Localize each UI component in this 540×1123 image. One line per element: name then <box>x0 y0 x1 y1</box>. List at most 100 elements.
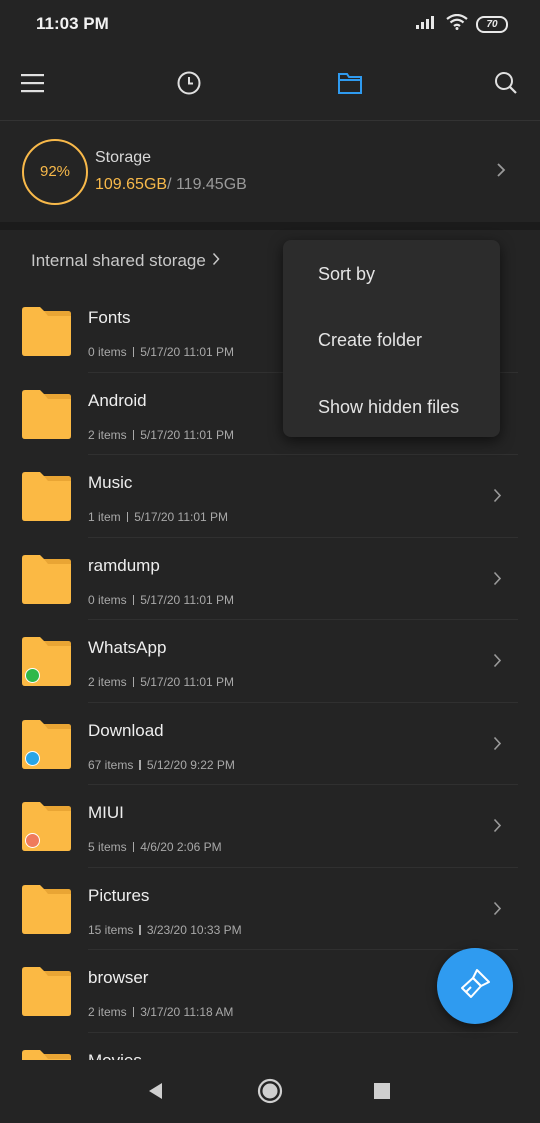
folder-item-count: 15 items <box>88 922 134 937</box>
folder-meta: 67 items 5/12/20 9:22 PM <box>88 758 235 772</box>
clock-icon[interactable] <box>162 56 216 110</box>
download-icon <box>25 750 40 766</box>
meta-divider <box>139 924 141 935</box>
storage-percent: 92% <box>39 163 71 180</box>
folder-name: Movies <box>88 1050 142 1061</box>
folder-name: ramdump <box>88 555 160 575</box>
recents-square-icon[interactable] <box>367 1076 397 1106</box>
status-bar: 11:03 PM 70 <box>0 0 540 48</box>
folder-thumbnail-icon <box>22 967 71 1016</box>
back-triangle-icon[interactable] <box>141 1076 171 1106</box>
storage-total: / 119.45GB <box>167 176 247 193</box>
folder-thumbnail-icon <box>22 719 71 769</box>
folder-item-count: 1 item <box>88 510 121 524</box>
meta-divider <box>132 842 135 852</box>
folder-thumbnail-icon <box>22 802 71 851</box>
breadcrumb[interactable]: Internal shared storage <box>31 251 220 271</box>
folder-name: browser <box>88 968 149 987</box>
system-nav-bar <box>0 1060 540 1123</box>
folder-name: Pictures <box>88 885 150 905</box>
folder-item-count: 67 items <box>88 757 134 772</box>
folder-row-pictures[interactable]: Pictures 15 items 3/23/20 10:33 PM <box>0 868 540 950</box>
folder-meta: 0 items 5/17/20 11:01 PM <box>88 593 234 607</box>
folder-name: Android <box>88 390 147 410</box>
meta-divider <box>126 512 129 522</box>
signal-icon <box>416 15 438 34</box>
chevron-right-icon <box>496 162 506 183</box>
folder-thumbnail-icon <box>22 1049 71 1060</box>
folder-row-ramdump[interactable]: ramdump 0 items 5/17/20 11:01 PM <box>0 538 540 620</box>
folder-thumbnail-icon <box>22 307 71 356</box>
chevron-right-icon <box>493 736 502 756</box>
overflow-menu: Sort by Create folder Show hidden files <box>283 240 500 437</box>
meta-divider <box>139 759 141 770</box>
folder-modified-date: 3/23/20 10:33 PM <box>146 922 242 937</box>
folder-row-download[interactable]: Download 67 items 5/12/20 9:22 PM <box>0 703 540 785</box>
folder-row-music[interactable]: Music 1 item 5/17/20 11:01 PM <box>0 455 540 538</box>
storage-usage: 109.65GB/ 119.45GB <box>95 176 247 194</box>
top-toolbar <box>0 56 540 110</box>
menu-item-create-folder[interactable]: Create folder <box>318 330 422 351</box>
folder-item-count: 0 items <box>88 345 127 359</box>
folder-modified-date: 5/17/20 11:01 PM <box>134 510 229 524</box>
folder-name: Music <box>88 473 133 492</box>
folder-meta: 5 items 4/6/20 2:06 PM <box>88 840 222 854</box>
miui-icon <box>25 833 40 848</box>
folder-meta: 2 items 3/17/20 11:18 AM <box>88 1005 233 1019</box>
meta-divider <box>132 1007 135 1017</box>
folder-modified-date: 5/17/20 11:01 PM <box>140 675 235 689</box>
status-time: 11:03 PM <box>36 14 109 33</box>
section-separator <box>0 222 540 230</box>
breadcrumb-path: Internal shared storage <box>31 251 206 270</box>
folder-item-count: 2 items <box>88 1005 127 1019</box>
storage-used: 109.65GB <box>95 176 168 193</box>
search-icon[interactable] <box>479 56 533 110</box>
folder-modified-date: 5/17/20 11:01 PM <box>140 592 235 607</box>
folder-thumbnail-icon <box>22 884 71 934</box>
folder-thumbnail-icon <box>22 389 71 439</box>
folder-modified-date: 3/17/20 11:18 AM <box>140 1005 234 1019</box>
meta-divider <box>132 429 135 440</box>
folder-modified-date: 4/6/20 2:06 PM <box>140 840 222 854</box>
folder-name: WhatsApp <box>88 638 167 657</box>
clean-fab-button[interactable] <box>437 948 513 1024</box>
storage-label: Storage <box>95 149 152 166</box>
meta-divider <box>132 594 135 605</box>
status-icons: 70 <box>416 13 508 35</box>
folder-name: Fonts <box>88 308 131 327</box>
hamburger-menu-icon[interactable] <box>6 56 60 110</box>
folder-meta: 2 items 5/17/20 11:01 PM <box>88 675 234 689</box>
whatsapp-icon <box>25 668 40 683</box>
chevron-right-icon <box>493 818 502 838</box>
chevron-right-icon <box>212 251 220 271</box>
folder-thumbnail-icon <box>22 637 71 686</box>
folder-modified-date: 5/17/20 11:01 PM <box>140 345 235 359</box>
folder-row-miui[interactable]: MIUI 5 items 4/6/20 2:06 PM <box>0 785 540 868</box>
folder-meta: 15 items 3/23/20 10:33 PM <box>88 923 242 937</box>
wifi-icon <box>446 13 468 35</box>
folder-item-count: 5 items <box>88 840 127 854</box>
folder-item-count: 0 items <box>88 592 127 607</box>
cleaner-brush-icon <box>457 966 493 1007</box>
toolbar-divider <box>0 120 540 121</box>
folder-item-count: 2 items <box>88 427 127 442</box>
home-circle-icon[interactable] <box>255 1076 285 1106</box>
folder-modified-date: 5/12/20 9:22 PM <box>146 757 235 772</box>
folder-name: MIUI <box>88 803 124 822</box>
folder-thumbnail-icon <box>22 472 71 521</box>
folder-icon[interactable] <box>323 56 377 110</box>
folder-meta: 0 items 5/17/20 11:01 PM <box>88 345 234 359</box>
meta-divider <box>132 347 135 357</box>
folder-thumbnail-icon <box>22 554 71 604</box>
storage-summary[interactable]: 92% Storage 109.65GB/ 119.45GB <box>0 126 540 220</box>
meta-divider <box>132 677 135 687</box>
menu-item-show-hidden-files[interactable]: Show hidden files <box>318 397 459 418</box>
menu-item-sort-by[interactable]: Sort by <box>318 264 375 285</box>
chevron-right-icon <box>493 653 502 673</box>
chevron-right-icon <box>493 488 502 508</box>
folder-row-movies[interactable]: Movies <box>0 1033 540 1061</box>
folder-name: Download <box>88 720 164 740</box>
folder-row-whatsapp[interactable]: WhatsApp 2 items 5/17/20 11:01 PM <box>0 620 540 703</box>
storage-ring: 92% <box>22 139 88 205</box>
battery-indicator: 70 <box>476 16 508 33</box>
